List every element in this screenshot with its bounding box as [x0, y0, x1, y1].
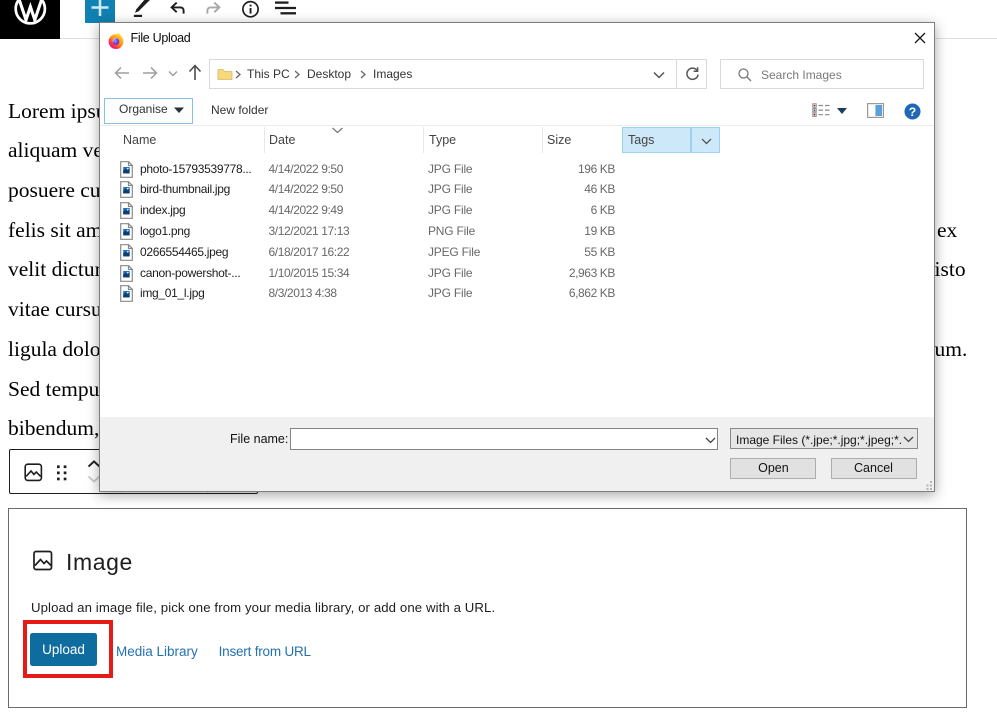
- svg-text:?: ?: [908, 104, 916, 118]
